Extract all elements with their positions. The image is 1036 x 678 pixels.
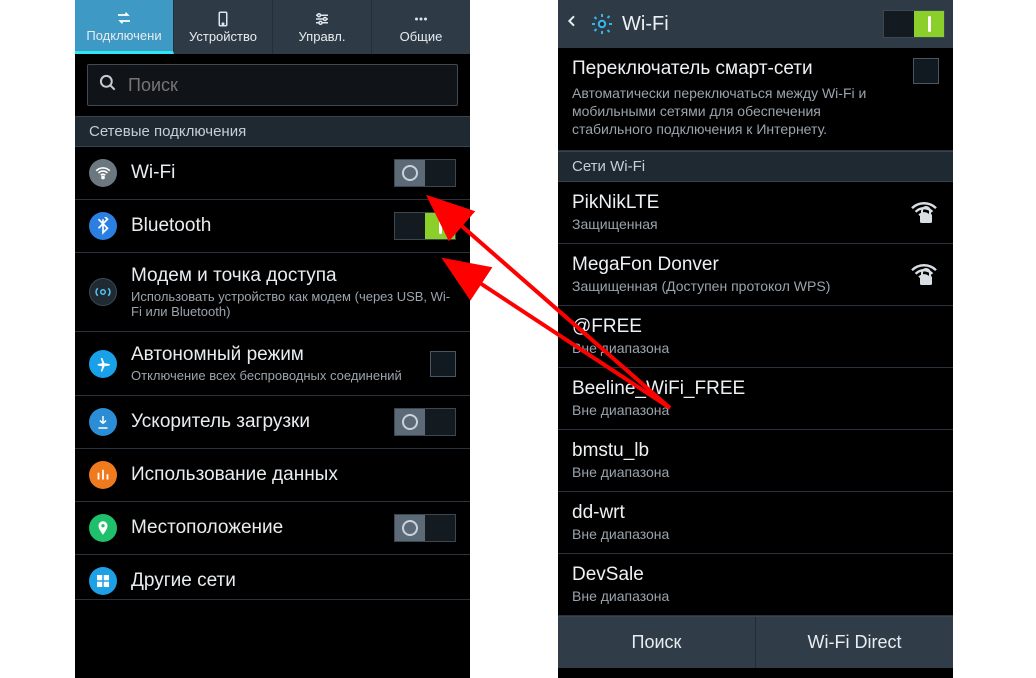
tab-connections[interactable]: Подключени (75, 0, 174, 54)
gear-icon (588, 10, 616, 38)
airplane-icon (89, 350, 117, 378)
settings-row-location[interactable]: Местоположение (75, 502, 470, 555)
row-title: Использование данных (131, 464, 456, 486)
row-subtitle: Использовать устройство как модем (через… (131, 289, 456, 319)
settings-row-airplane[interactable]: Автономный режим Отключение всех беспров… (75, 332, 470, 396)
tab-device[interactable]: Устройство (174, 0, 273, 54)
tethering-icon (89, 278, 117, 306)
row-title: Ускоритель загрузки (131, 411, 380, 433)
booster-icon (89, 408, 117, 436)
settings-row-booster[interactable]: Ускоритель загрузки (75, 396, 470, 449)
network-name: MegaFon Donver (572, 254, 909, 276)
search-icon (98, 73, 118, 98)
search-bar[interactable] (87, 64, 458, 106)
wifi-network-row[interactable]: PikNikLTE Защищенная (558, 182, 953, 244)
data-usage-icon (89, 461, 117, 489)
row-title: Автономный режим (131, 344, 416, 366)
location-icon (89, 514, 117, 542)
settings-row-wifi[interactable]: Wi-Fi (75, 147, 470, 200)
section-header-networks: Сети Wi-Fi (558, 151, 953, 182)
settings-row-tethering[interactable]: Модем и точка доступа Использовать устро… (75, 253, 470, 332)
tab-controls[interactable]: Управл. (273, 0, 372, 54)
row-title: Местоположение (131, 517, 380, 539)
network-name: bmstu_lb (572, 440, 939, 462)
row-title: Wi-Fi (131, 162, 380, 184)
bluetooth-icon (89, 212, 117, 240)
smart-network-switch[interactable]: Переключатель смарт-сети Автоматически п… (558, 48, 953, 151)
wifi-network-row[interactable]: MegaFon Donver Защищенная (Доступен прот… (558, 244, 953, 306)
tab-label: Общие (400, 30, 443, 44)
network-name: DevSale (572, 564, 939, 586)
network-status: Вне диапазона (572, 340, 939, 357)
wifi-network-row[interactable]: Beeline_WiFi_FREE Вне диапазона (558, 368, 953, 430)
scan-button[interactable]: Поиск (558, 617, 756, 668)
wifi-signal-icon (909, 201, 939, 225)
section-header-network: Сетевые подключения (75, 116, 470, 147)
row-subtitle: Отключение всех беспроводных соединений (131, 368, 416, 383)
settings-screen: Подключени Устройство Управл. Общие Се (75, 0, 470, 678)
network-status: Вне диапазона (572, 526, 939, 543)
other-networks-icon (89, 567, 117, 595)
wifi-screen: Wi-Fi Переключатель смарт-сети Автоматич… (558, 0, 953, 678)
tab-label: Устройство (189, 30, 257, 44)
sliders-icon (313, 10, 331, 28)
settings-row-bluetooth[interactable]: Bluetooth (75, 200, 470, 253)
back-button[interactable] (562, 9, 582, 40)
booster-toggle[interactable] (394, 408, 456, 436)
search-input[interactable] (128, 75, 447, 96)
wifidirect-button[interactable]: Wi-Fi Direct (756, 617, 953, 668)
wifi-signal-icon (909, 263, 939, 287)
wifi-network-row[interactable]: DevSale Вне диапазона (558, 554, 953, 616)
network-status: Защищенная (572, 216, 909, 233)
tab-label: Управл. (299, 30, 346, 44)
row-title: Модем и точка доступа (131, 265, 456, 287)
network-status: Вне диапазона (572, 588, 939, 605)
wifi-network-row[interactable]: bmstu_lb Вне диапазона (558, 430, 953, 492)
row-title: Bluetooth (131, 215, 380, 237)
settings-row-other[interactable]: Другие сети (75, 555, 470, 600)
more-icon (412, 10, 430, 28)
network-name: Beeline_WiFi_FREE (572, 378, 939, 400)
smartnet-checkbox[interactable] (913, 58, 939, 84)
wifi-network-row[interactable]: dd-wrt Вне диапазона (558, 492, 953, 554)
wifi-master-toggle[interactable] (883, 10, 945, 38)
network-name: @FREE (572, 316, 939, 338)
network-status: Вне диапазона (572, 402, 939, 419)
wifi-network-list: PikNikLTE Защищенная MegaFon Donver Защи… (558, 182, 953, 616)
network-status: Вне диапазона (572, 464, 939, 481)
swap-icon (115, 9, 133, 27)
tab-general[interactable]: Общие (372, 0, 470, 54)
location-toggle[interactable] (394, 514, 456, 542)
tab-label: Подключени (86, 29, 161, 43)
airplane-checkbox[interactable] (430, 351, 456, 377)
bluetooth-toggle[interactable] (394, 212, 456, 240)
network-name: dd-wrt (572, 502, 939, 524)
device-icon (214, 10, 232, 28)
wifi-titlebar: Wi-Fi (558, 0, 953, 48)
smartnet-title: Переключатель смарт-сети (572, 58, 901, 80)
row-title: Другие сети (131, 570, 456, 592)
wifi-icon (89, 159, 117, 187)
settings-tabbar: Подключени Устройство Управл. Общие (75, 0, 470, 54)
wifi-footer-buttons: Поиск Wi-Fi Direct (558, 616, 953, 668)
wifi-toggle[interactable] (394, 159, 456, 187)
network-name: PikNikLTE (572, 192, 909, 214)
smartnet-subtitle: Автоматически переключаться между Wi-Fi … (572, 84, 901, 138)
network-status: Защищенная (Доступен протокол WPS) (572, 278, 909, 295)
settings-row-datausage[interactable]: Использование данных (75, 449, 470, 502)
screen-title: Wi-Fi (622, 13, 877, 36)
wifi-network-row[interactable]: @FREE Вне диапазона (558, 306, 953, 368)
